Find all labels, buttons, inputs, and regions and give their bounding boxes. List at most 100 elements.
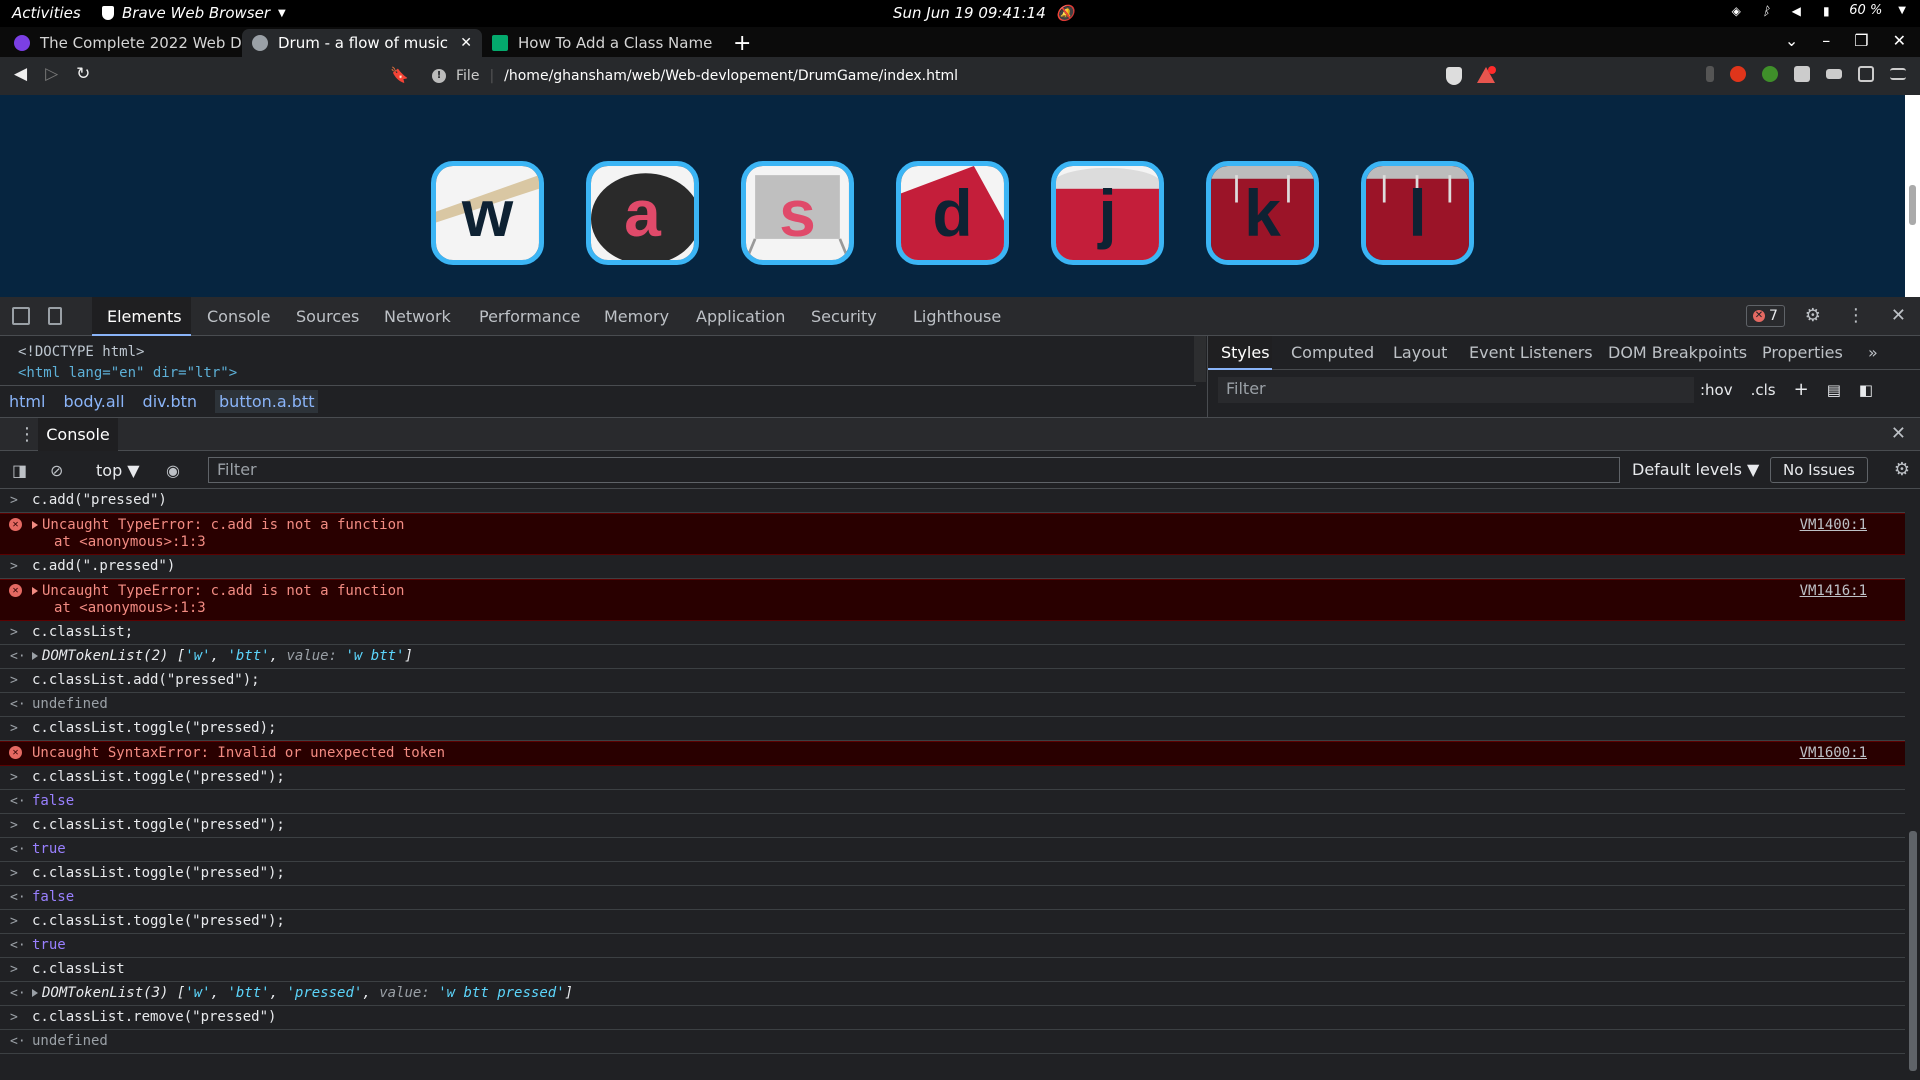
tab-add-class-name[interactable]: How To Add a Class Name xyxy=(482,29,722,57)
address-bar[interactable]: ! File | /home/ghansham/web/Web-devlopem… xyxy=(420,62,1502,90)
scroll-thumb[interactable] xyxy=(1909,185,1916,225)
reload-icon[interactable]: ↻ xyxy=(76,64,90,84)
console-input-row[interactable]: > c.classList.remove("pressed") xyxy=(0,1006,1905,1030)
clock[interactable]: Sun Jun 19 09:41:14 🔕 xyxy=(893,4,1074,22)
console-result-row[interactable]: <· false xyxy=(0,790,1905,814)
console-result-row[interactable]: <· undefined xyxy=(0,693,1905,717)
drawer-menu-icon[interactable]: ⋮ xyxy=(18,424,36,445)
menu-icon[interactable] xyxy=(1890,68,1906,80)
console-input-row[interactable]: > c.classList; xyxy=(0,621,1905,645)
drum-j[interactable]: j xyxy=(1051,161,1164,265)
restore-icon[interactable]: ❐ xyxy=(1854,31,1868,50)
console-input-row[interactable]: > c.classList.toggle("pressed"); xyxy=(0,910,1905,934)
console-error-row[interactable]: ✕ Uncaught TypeError: c.add is not a func… xyxy=(0,513,1905,555)
reading-list-icon[interactable] xyxy=(1826,69,1842,79)
console-input-row[interactable]: > c.classList.add("pressed"); xyxy=(0,669,1905,693)
more-options-icon[interactable]: ⋮ xyxy=(1847,305,1865,326)
tab-network[interactable]: Network xyxy=(384,307,451,326)
app-menu[interactable]: Brave Web Browser ▼ xyxy=(102,4,286,22)
drum-l[interactable]: l xyxy=(1361,161,1474,265)
cls-toggle[interactable]: .cls xyxy=(1751,381,1776,399)
context-selector[interactable]: top ▼ xyxy=(96,461,140,480)
console-input-row[interactable]: > c.add("pressed") xyxy=(0,489,1905,513)
close-drawer-icon[interactable]: ✕ xyxy=(1891,423,1906,444)
extension-green-icon[interactable] xyxy=(1762,66,1778,82)
crumb-body[interactable]: body.all xyxy=(63,392,124,411)
console-result-row[interactable]: <· DOMTokenList(2) ['w', 'btt', value: 'w… xyxy=(0,645,1905,669)
tab-console[interactable]: Console xyxy=(207,307,271,326)
error-source-link[interactable]: VM1416:1 xyxy=(1800,583,1867,600)
console-input-row[interactable]: > c.classList.toggle("pressed"); xyxy=(0,862,1905,886)
crumb-html[interactable]: html xyxy=(9,392,45,411)
tab-search-icon[interactable]: ⌄ xyxy=(1785,31,1798,50)
hov-toggle[interactable]: :hov xyxy=(1700,381,1733,399)
tab-security[interactable]: Security xyxy=(811,307,877,326)
drawer-tab-console[interactable]: Console xyxy=(38,418,118,451)
console-result-row[interactable]: <· false xyxy=(0,886,1905,910)
console-messages[interactable]: > c.add("pressed") ✕ Uncaught TypeError: c.… xyxy=(0,489,1905,1080)
error-count-badge[interactable]: ✕ 7 xyxy=(1746,305,1785,327)
tab-performance[interactable]: Performance xyxy=(479,307,580,326)
dom-line-html[interactable]: <html lang="en" dir="ltr"> xyxy=(18,363,237,384)
tab-styles[interactable]: Styles xyxy=(1221,343,1270,362)
system-tray[interactable]: ◈ ᛒ ◀ ▮ 60 % ▼ xyxy=(1729,3,1906,18)
console-result-row[interactable]: <· undefined xyxy=(0,1030,1905,1054)
paint-icon[interactable]: ▤ xyxy=(1827,381,1841,399)
toggle-sidebar-icon[interactable]: ◧ xyxy=(1859,381,1873,399)
new-rule-icon[interactable]: + xyxy=(1794,379,1809,400)
drum-a[interactable]: a xyxy=(586,161,699,265)
console-error-row[interactable]: ✕ Uncaught TypeError: c.add is not a func… xyxy=(0,579,1905,621)
minimize-icon[interactable]: – xyxy=(1822,31,1830,50)
more-tabs-icon[interactable]: » xyxy=(1868,343,1878,362)
back-icon[interactable]: ◀ xyxy=(14,64,27,84)
close-window-icon[interactable]: ✕ xyxy=(1893,31,1906,50)
close-tab-icon[interactable]: ✕ xyxy=(460,35,472,51)
tab-memory[interactable]: Memory xyxy=(604,307,669,326)
drum-k[interactable]: k xyxy=(1206,161,1319,265)
tab-sources[interactable]: Sources xyxy=(296,307,359,326)
tab-dom-breakpoints[interactable]: DOM Breakpoints xyxy=(1608,343,1747,362)
brave-rewards-icon[interactable] xyxy=(1476,66,1496,84)
styles-filter-input[interactable]: Filter xyxy=(1218,377,1694,403)
console-error-row[interactable]: ✕ Uncaught SyntaxError: Invalid or unexpe… xyxy=(0,741,1905,766)
scroll-thumb[interactable] xyxy=(1909,831,1917,1071)
dom-line-doctype[interactable]: <!DOCTYPE html> xyxy=(18,342,237,363)
extension-red-icon[interactable] xyxy=(1730,66,1746,82)
new-tab-button[interactable]: + xyxy=(733,31,751,56)
console-input-row[interactable]: > c.add(".pressed") xyxy=(0,555,1905,579)
console-result-row[interactable]: <· true xyxy=(0,838,1905,862)
tab-event-listeners[interactable]: Event Listeners xyxy=(1469,343,1593,362)
device-toolbar-icon[interactable] xyxy=(48,307,62,325)
console-settings-icon[interactable]: ⚙ xyxy=(1894,459,1910,480)
tab-properties[interactable]: Properties xyxy=(1762,343,1843,362)
sidebar-toggle-icon[interactable]: ◨ xyxy=(12,461,27,480)
tab-layout[interactable]: Layout xyxy=(1393,343,1447,362)
page-scrollbar[interactable] xyxy=(1905,95,1920,297)
expand-triangle-icon[interactable] xyxy=(32,587,38,595)
inspect-element-icon[interactable] xyxy=(12,307,30,325)
close-devtools-icon[interactable]: ✕ xyxy=(1891,305,1906,326)
tab-application[interactable]: Application xyxy=(696,307,785,326)
bookmark-icon[interactable]: 🔖 xyxy=(390,66,409,84)
console-input-row[interactable]: > c.classList xyxy=(0,958,1905,982)
console-filter-input[interactable]: Filter xyxy=(208,457,1620,483)
wallet-icon[interactable] xyxy=(1858,66,1874,82)
tab-drum[interactable]: Drum - a flow of music ✕ xyxy=(242,29,482,57)
url-text[interactable]: /home/ghansham/web/Web-devlopement/DrumG… xyxy=(504,68,958,84)
crumb-button[interactable]: button.a.btt xyxy=(215,389,319,413)
expand-triangle-icon[interactable] xyxy=(32,989,38,997)
dom-scrollbar[interactable] xyxy=(1194,336,1206,382)
drum-d[interactable]: d xyxy=(896,161,1009,265)
settings-gear-icon[interactable]: ⚙ xyxy=(1805,305,1821,326)
puzzle-extensions-icon[interactable] xyxy=(1794,66,1810,82)
tab-complete-web-dev[interactable]: The Complete 2022 Web Deve xyxy=(4,29,242,57)
drum-w[interactable]: w xyxy=(431,161,544,265)
console-input-row[interactable]: > c.classList.toggle("pressed"); xyxy=(0,766,1905,790)
forward-icon[interactable]: ▷ xyxy=(45,64,58,84)
extension-icon[interactable] xyxy=(1706,66,1714,82)
clear-console-icon[interactable]: ⊘ xyxy=(50,461,63,480)
expand-triangle-icon[interactable] xyxy=(32,652,38,660)
console-result-row[interactable]: <· true xyxy=(0,934,1905,958)
error-source-link[interactable]: VM1400:1 xyxy=(1800,517,1867,534)
console-input-row[interactable]: > c.classList.toggle("pressed); xyxy=(0,717,1905,741)
